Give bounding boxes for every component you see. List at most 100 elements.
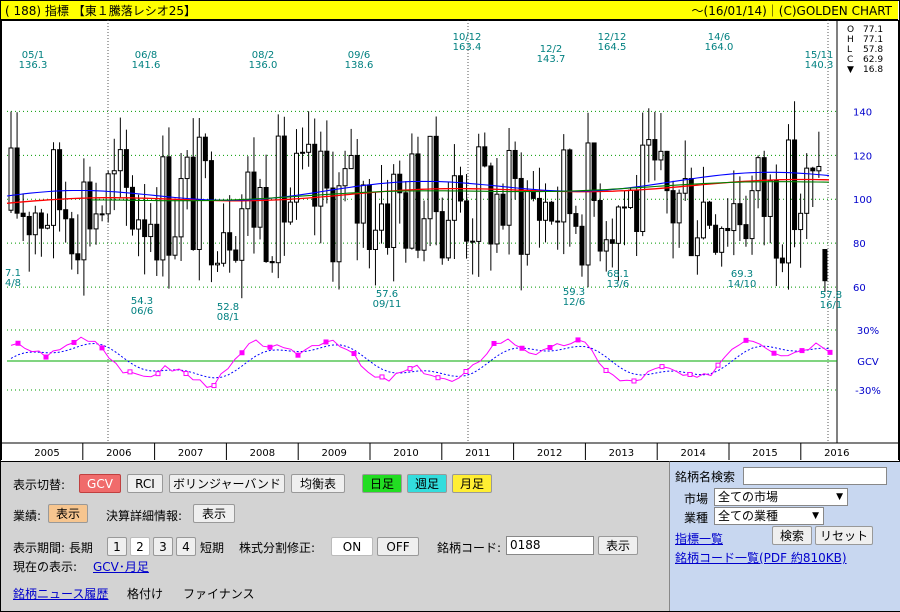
period-2-button[interactable]: 2 bbox=[130, 537, 150, 556]
gcv-marker bbox=[407, 366, 413, 372]
gcv-button[interactable]: GCV bbox=[79, 474, 121, 493]
candle-body bbox=[75, 253, 81, 261]
candle-body bbox=[512, 149, 518, 179]
year-label: 2008 bbox=[250, 448, 275, 459]
gcv-marker bbox=[603, 367, 609, 373]
candle-body bbox=[688, 178, 694, 257]
candle-body bbox=[306, 143, 312, 153]
year-label: 2007 bbox=[178, 448, 203, 459]
code-list-link[interactable]: 銘柄コード一覧(PDF 約810KB) bbox=[675, 549, 847, 566]
candle-body bbox=[445, 219, 451, 259]
candle-body bbox=[184, 156, 190, 180]
candle-body bbox=[239, 208, 245, 261]
year-label: 2016 bbox=[824, 448, 849, 459]
candle-body bbox=[372, 229, 378, 250]
y-tick-label: 120 bbox=[853, 151, 872, 162]
ohlc-label: C bbox=[847, 55, 853, 65]
candle-body bbox=[245, 171, 251, 210]
split-on-button[interactable]: ON bbox=[331, 537, 373, 556]
candle-body bbox=[536, 197, 542, 221]
gcv-marker bbox=[323, 339, 329, 345]
split-off-button[interactable]: OFF bbox=[377, 537, 419, 556]
bollinger-button[interactable]: ボリンジャーバンド bbox=[169, 474, 285, 493]
candle-body bbox=[785, 139, 791, 264]
candle-body bbox=[658, 150, 664, 161]
gcv-marker bbox=[435, 375, 441, 381]
daily-button[interactable]: 日足 bbox=[362, 474, 402, 493]
reset-button[interactable]: リセット bbox=[815, 526, 873, 545]
candle-body bbox=[470, 240, 476, 243]
gcv-marker bbox=[771, 350, 777, 356]
split-label: 株式分割修正: bbox=[239, 541, 316, 555]
candle-body bbox=[26, 215, 32, 236]
year-label: 2005 bbox=[34, 448, 59, 459]
code-show-button[interactable]: 表示 bbox=[598, 536, 638, 555]
high-value-label: 164.5 bbox=[598, 42, 627, 53]
candle-body bbox=[38, 212, 44, 229]
high-value-label: 143.7 bbox=[537, 54, 566, 65]
gcv-axis-label: -30% bbox=[855, 386, 881, 397]
gcv-marker bbox=[15, 340, 21, 346]
y-tick-label: 140 bbox=[853, 107, 872, 118]
gcv-marker bbox=[631, 378, 637, 384]
candle-body bbox=[196, 136, 202, 250]
candle-body bbox=[8, 147, 14, 211]
candle-body bbox=[707, 201, 713, 226]
gcv-marker bbox=[351, 351, 357, 357]
candle-body bbox=[148, 223, 154, 238]
chevron-down-icon: ▼ bbox=[812, 511, 819, 521]
monthly-button[interactable]: 月足 bbox=[452, 474, 492, 493]
candle-body bbox=[81, 181, 87, 261]
gcv-marker bbox=[519, 345, 525, 351]
period-4-button[interactable]: 4 bbox=[176, 537, 196, 556]
candle-body bbox=[20, 212, 26, 217]
gcv-marker bbox=[491, 340, 497, 346]
gcv-marker bbox=[127, 369, 133, 375]
earnings-label: 業績: bbox=[13, 509, 42, 523]
current-view-link[interactable]: GCV･月足 bbox=[93, 558, 149, 575]
news-history-link[interactable]: 銘柄ニュース履歴 bbox=[13, 585, 108, 602]
candle-body bbox=[221, 232, 227, 264]
candle-body bbox=[755, 157, 761, 192]
period-1-button[interactable]: 1 bbox=[107, 537, 127, 556]
rci-button[interactable]: RCI bbox=[127, 474, 163, 493]
candle-body bbox=[403, 192, 409, 249]
candle-body bbox=[342, 168, 348, 187]
market-select[interactable]: 全ての市場 ▼ bbox=[714, 488, 848, 506]
candle-body bbox=[123, 149, 129, 188]
candle-body bbox=[621, 206, 627, 209]
earnings-show-button[interactable]: 表示 bbox=[48, 504, 88, 523]
industry-select[interactable]: 全ての業種 ▼ bbox=[714, 507, 824, 525]
settlement-show-button[interactable]: 表示 bbox=[193, 504, 235, 523]
candle-body bbox=[664, 150, 670, 192]
candle-body bbox=[810, 167, 816, 172]
high-value-label: 164.0 bbox=[705, 42, 734, 53]
gcv-marker bbox=[575, 337, 581, 343]
gcv-marker bbox=[715, 362, 721, 368]
search-button[interactable]: 検索 bbox=[772, 526, 812, 545]
index-list-link[interactable]: 指標一覧 bbox=[675, 530, 723, 547]
weekly-button[interactable]: 週足 bbox=[407, 474, 447, 493]
candle-body bbox=[670, 190, 676, 224]
gcv-marker bbox=[743, 337, 749, 343]
candle-body bbox=[178, 178, 184, 238]
settlement-label: 決算詳細情報: bbox=[106, 509, 183, 523]
rating-link[interactable]: 格付け bbox=[127, 585, 163, 602]
candle-body bbox=[700, 201, 706, 239]
search-name-input[interactable] bbox=[743, 467, 887, 485]
candle-body bbox=[287, 201, 293, 223]
ohlc-value: 57.8 bbox=[863, 45, 883, 55]
ohlc-label: H bbox=[847, 35, 854, 45]
period-3-button[interactable]: 3 bbox=[153, 537, 173, 556]
ichimoku-button[interactable]: 均衡表 bbox=[291, 474, 345, 493]
candle-body bbox=[798, 212, 804, 231]
code-input[interactable]: 0188 bbox=[506, 536, 594, 555]
candle-body bbox=[190, 156, 196, 250]
candle-body bbox=[166, 156, 172, 256]
high-value-label: 140.3 bbox=[805, 60, 834, 71]
candle-body bbox=[32, 212, 38, 236]
finance-link[interactable]: ファイナンス bbox=[183, 585, 255, 602]
search-panel: 銘柄名検索 市場 全ての市場 ▼ 業種 全ての業種 ▼ 指標一覧 検索 リセット… bbox=[669, 461, 900, 611]
candle-body bbox=[749, 190, 755, 240]
industry-select-value: 全ての業種 bbox=[718, 509, 779, 523]
